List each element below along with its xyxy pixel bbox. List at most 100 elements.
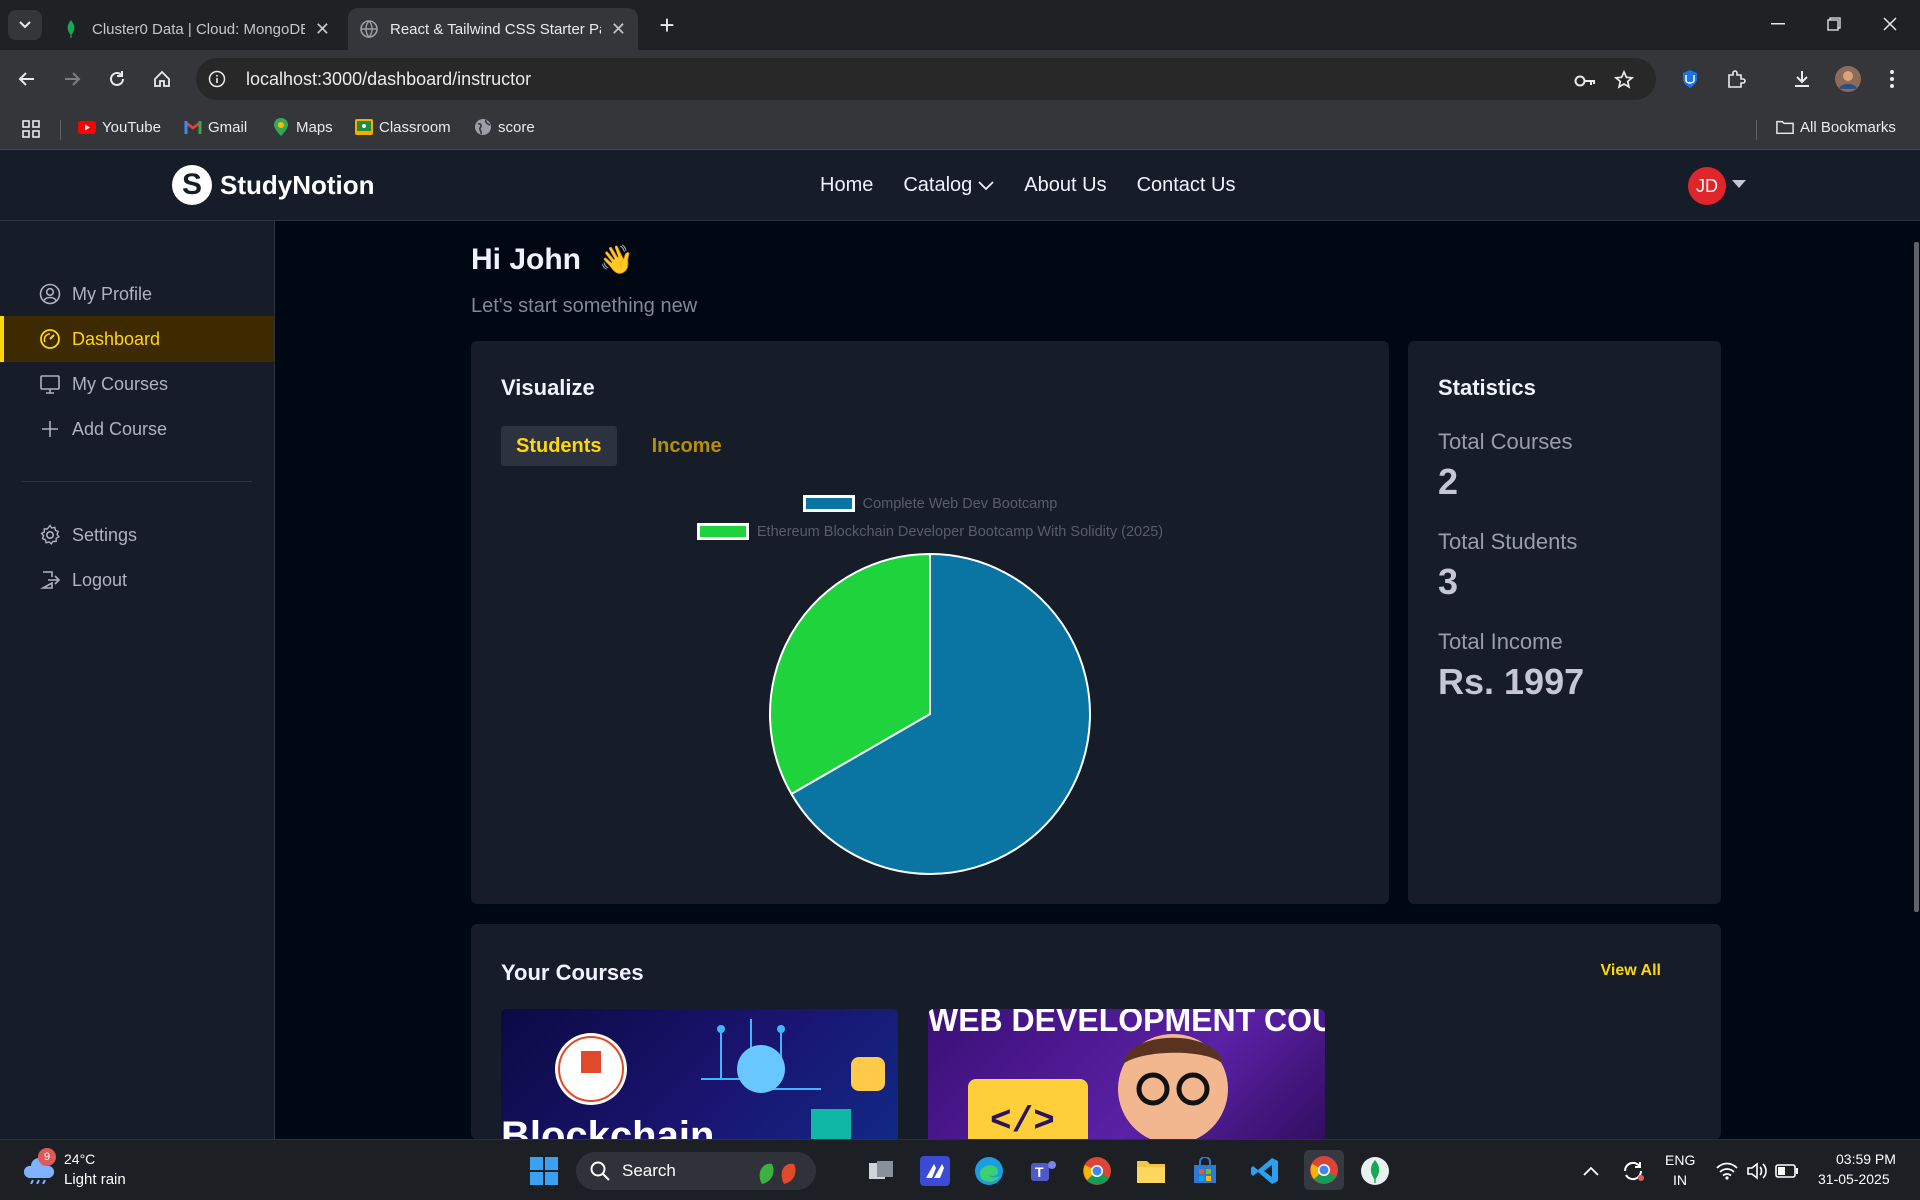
stat-value-total-students: 3 [1438, 561, 1459, 602]
sidebar-item-my-courses[interactable]: My Courses [0, 361, 274, 407]
minimize-window-icon[interactable] [1750, 0, 1806, 48]
bookmark-maps[interactable]: Maps [272, 118, 333, 136]
all-bookmarks-folder[interactable]: All Bookmarks [1776, 118, 1896, 136]
chrome-icon[interactable] [1080, 1154, 1114, 1188]
extensions-puzzle-icon[interactable] [1721, 64, 1751, 94]
extension-shield-icon[interactable] [1675, 64, 1705, 94]
sidebar-item-label: My Courses [72, 373, 169, 394]
sync-icon[interactable] [1616, 1154, 1650, 1188]
apps-grid-icon[interactable] [22, 120, 40, 138]
task-view-icon[interactable] [864, 1154, 898, 1188]
profile-avatar-icon[interactable] [1833, 64, 1863, 94]
site-info-icon[interactable] [200, 62, 234, 96]
clock-time[interactable]: 03:59 PM [1836, 1151, 1896, 1167]
home-icon[interactable] [147, 64, 177, 94]
sidebar-item-dashboard[interactable]: Dashboard [0, 316, 274, 362]
globe-icon [360, 20, 378, 38]
site-navbar: S StudyNotion Home Catalog About Us Cont… [0, 150, 1920, 221]
password-key-icon[interactable] [1574, 74, 1596, 93]
browser-tab-active[interactable]: React & Tailwind CSS Starter Pack ✕ [348, 8, 638, 50]
clock-date: 31-05-2025 [1818, 1171, 1890, 1187]
browser-toolbar: localhost:3000/dashboard/instructor [0, 50, 1920, 108]
gmail-icon [184, 118, 202, 136]
legend-label: Complete Web Dev Bootcamp [862, 495, 1058, 512]
thumb-text-web-dev: WEB DEVELOPMENT COURSE [928, 1009, 1325, 1038]
file-explorer-icon[interactable] [1134, 1154, 1168, 1188]
nav-contact-us[interactable]: Contact Us [1137, 174, 1236, 197]
bookmark-label: Classroom [379, 118, 451, 136]
tab-title: React & Tailwind CSS Starter Pack [390, 20, 601, 38]
edge-browser-icon[interactable] [972, 1154, 1006, 1188]
sidebar-item-settings[interactable]: Settings [0, 512, 274, 558]
close-tab-icon[interactable]: ✕ [315, 19, 330, 40]
mongodb-compass-icon[interactable] [1358, 1154, 1392, 1188]
caret-down-icon[interactable] [1732, 180, 1746, 188]
logo-text: StudyNotion [220, 169, 375, 200]
windows-start-icon[interactable] [527, 1154, 561, 1188]
sidebar-item-my-profile[interactable]: My Profile [0, 271, 274, 317]
chrome-active-icon[interactable] [1304, 1150, 1344, 1190]
microsoft-store-icon[interactable] [1188, 1154, 1222, 1188]
visualize-tabs: Students Income [501, 426, 757, 466]
thumb-text-blockchain: Blockchain [501, 1114, 714, 1139]
bookmark-star-icon[interactable] [1613, 69, 1635, 95]
gear-icon [38, 523, 62, 547]
browser-tab-mongodb[interactable]: Cluster0 Data | Cloud: MongoDB Cloud ✕ [50, 8, 342, 50]
download-icon[interactable] [1787, 64, 1817, 94]
sidebar-item-label: Dashboard [72, 328, 161, 349]
nav-catalog[interactable]: Catalog [903, 174, 994, 197]
stat-label-total-courses: Total Courses [1438, 429, 1573, 454]
volume-icon[interactable] [1740, 1154, 1774, 1188]
weather-badge: 9 [38, 1148, 56, 1166]
view-all-link[interactable]: View All [1601, 962, 1661, 980]
bookmark-score[interactable]: score [474, 118, 535, 136]
page-scrollbar[interactable] [1914, 242, 1919, 912]
language-line-1[interactable]: ENG [1665, 1152, 1695, 1168]
legend-item-0[interactable]: Complete Web Dev Bootcamp [471, 495, 1389, 512]
course-thumbnail-blockchain[interactable]: Blockchain [501, 1009, 898, 1139]
app-icon-dark-blue[interactable] [918, 1154, 952, 1188]
studynotion-logo[interactable]: S StudyNotion [172, 165, 375, 205]
visualize-title: Visualize [501, 375, 595, 400]
tab-income[interactable]: Income [637, 426, 737, 466]
course-thumbnail-web-dev[interactable]: </> WEB DEVELOPMENT COURSE [928, 1009, 1325, 1139]
taskbar-search-box[interactable]: Search [576, 1152, 816, 1190]
logo-mark: S [172, 165, 212, 205]
forward-arrow-icon[interactable] [57, 64, 87, 94]
bookmarks-bar: YouTube Gmail Maps Classroom score All B… [0, 108, 1920, 150]
chevron-up-icon[interactable] [1574, 1154, 1608, 1188]
nav-about-us[interactable]: About Us [1024, 174, 1106, 197]
address-bar[interactable]: localhost:3000/dashboard/instructor [196, 58, 1656, 100]
monitor-icon [38, 372, 62, 396]
bookmark-youtube[interactable]: YouTube [78, 118, 161, 136]
teams-icon[interactable]: T [1026, 1154, 1060, 1188]
restore-window-icon[interactable] [1806, 0, 1862, 48]
bookmark-gmail[interactable]: Gmail [184, 118, 247, 136]
bookmark-classroom[interactable]: Classroom [355, 118, 451, 136]
vscode-icon[interactable] [1248, 1154, 1282, 1188]
battery-icon[interactable] [1770, 1154, 1804, 1188]
tab-search-button[interactable] [8, 10, 42, 40]
sidebar-item-add-course[interactable]: Add Course [0, 406, 274, 452]
windows-taskbar: 9 24°C Light rain Search T ENG IN 03:59 … [0, 1139, 1920, 1200]
dashboard-sidebar: My Profile Dashboard My Courses Add Cour… [0, 221, 275, 1139]
close-tab-icon[interactable]: ✕ [611, 19, 626, 40]
legend-item-1[interactable]: Ethereum Blockchain Developer Bootcamp W… [471, 523, 1389, 540]
new-tab-plus-icon[interactable]: + [652, 10, 682, 40]
tab-students[interactable]: Students [501, 426, 617, 466]
reload-icon[interactable] [102, 64, 132, 94]
language-line-2: IN [1673, 1172, 1687, 1188]
mongodb-leaf-icon [62, 20, 80, 38]
back-arrow-icon[interactable] [12, 64, 42, 94]
legend-swatch [696, 523, 749, 540]
classroom-icon [355, 118, 373, 136]
sidebar-item-logout[interactable]: Logout [0, 557, 274, 603]
nav-home[interactable]: Home [820, 174, 873, 197]
close-window-icon[interactable] [1862, 0, 1918, 48]
wifi-icon[interactable] [1710, 1154, 1744, 1188]
user-avatar[interactable]: JD [1688, 167, 1726, 205]
gauge-icon [38, 327, 62, 351]
chrome-menu-icon[interactable] [1877, 64, 1907, 94]
all-bookmarks-label: All Bookmarks [1800, 118, 1896, 136]
statistics-title: Statistics [1438, 375, 1536, 400]
